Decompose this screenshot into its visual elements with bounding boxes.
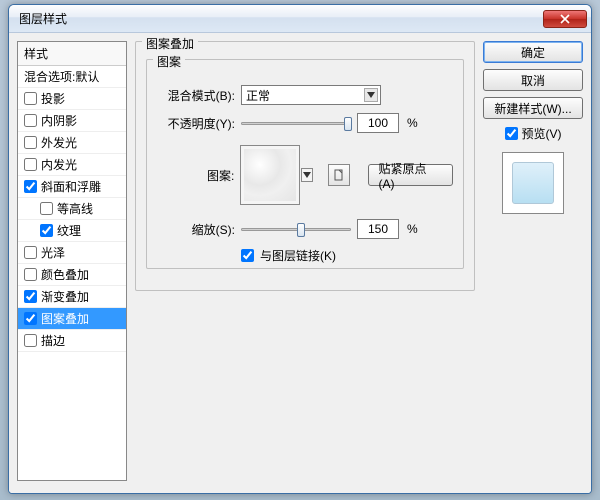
main-panel: 图案叠加 图案 混合模式(B): 正常 不透明度(Y): (135, 41, 475, 485)
style-checkbox[interactable] (40, 202, 53, 215)
style-row[interactable]: 图案叠加 (18, 308, 126, 330)
close-button[interactable] (543, 10, 587, 28)
style-label: 渐变叠加 (41, 288, 89, 305)
style-label: 内发光 (41, 156, 77, 173)
opacity-row: 不透明度(Y): 100 % (157, 113, 453, 133)
style-label: 纹理 (57, 222, 81, 239)
style-checkbox[interactable] (24, 136, 37, 149)
window-title: 图层样式 (19, 10, 543, 27)
scale-row: 缩放(S): 150 % (157, 219, 453, 239)
style-row[interactable]: 投影 (18, 88, 126, 110)
style-label: 斜面和浮雕 (41, 178, 101, 195)
snap-origin-button[interactable]: 贴紧原点(A) (368, 164, 453, 186)
opacity-label: 不透明度(Y): (157, 115, 235, 132)
link-with-layer-checkbox[interactable] (241, 249, 254, 262)
style-row[interactable]: 光泽 (18, 242, 126, 264)
blend-mode-row: 混合模式(B): 正常 (157, 85, 453, 105)
titlebar[interactable]: 图层样式 (9, 5, 591, 33)
pattern-overlay-group: 图案叠加 图案 混合模式(B): 正常 不透明度(Y): (135, 41, 475, 291)
style-checkbox[interactable] (24, 158, 37, 171)
style-row[interactable]: 描边 (18, 330, 126, 352)
preview-checkbox[interactable] (505, 127, 518, 140)
preview-label: 预览(V) (522, 125, 562, 142)
style-row[interactable]: 颜色叠加 (18, 264, 126, 286)
pattern-label: 图案: (157, 167, 234, 184)
opacity-input[interactable]: 100 (357, 113, 399, 133)
style-label: 外发光 (41, 134, 77, 151)
opacity-slider-thumb[interactable] (344, 117, 352, 131)
new-style-button[interactable]: 新建样式(W)... (483, 97, 583, 119)
pattern-chevron-down-icon[interactable] (301, 168, 313, 182)
link-row: 与图层链接(K) (157, 247, 453, 264)
ok-button[interactable]: 确定 (483, 41, 583, 63)
style-list: 样式 混合选项:默认 投影内阴影外发光内发光斜面和浮雕等高线纹理光泽颜色叠加渐变… (17, 41, 127, 481)
link-with-layer-label: 与图层链接(K) (260, 247, 336, 264)
style-row[interactable]: 纹理 (18, 220, 126, 242)
style-row[interactable]: 内发光 (18, 154, 126, 176)
style-checkbox[interactable] (24, 334, 37, 347)
blend-mode-label: 混合模式(B): (157, 87, 235, 104)
style-list-header[interactable]: 样式 (18, 42, 126, 66)
style-checkbox[interactable] (24, 92, 37, 105)
preview-swatch (502, 152, 564, 214)
style-label: 投影 (41, 90, 65, 107)
new-doc-icon (333, 169, 345, 181)
preview-row: 预览(V) (483, 125, 583, 142)
opacity-slider[interactable] (241, 122, 351, 125)
style-checkbox[interactable] (24, 312, 37, 325)
dialog-body: 样式 混合选项:默认 投影内阴影外发光内发光斜面和浮雕等高线纹理光泽颜色叠加渐变… (9, 33, 591, 493)
style-label: 光泽 (41, 244, 65, 261)
style-label: 等高线 (57, 200, 93, 217)
style-label: 描边 (41, 332, 65, 349)
style-checkbox[interactable] (24, 246, 37, 259)
preview-inner (512, 162, 554, 204)
style-checkbox[interactable] (24, 180, 37, 193)
style-checkbox[interactable] (24, 114, 37, 127)
style-checkbox[interactable] (24, 290, 37, 303)
blend-mode-combo[interactable]: 正常 (241, 85, 381, 105)
style-checkbox[interactable] (40, 224, 53, 237)
scale-input[interactable]: 150 (357, 219, 399, 239)
blending-options-row[interactable]: 混合选项:默认 (18, 66, 126, 88)
style-label: 图案叠加 (41, 310, 89, 327)
chevron-down-icon (364, 88, 378, 102)
scale-slider-thumb[interactable] (297, 223, 305, 237)
style-row[interactable]: 斜面和浮雕 (18, 176, 126, 198)
opacity-unit: % (407, 116, 418, 130)
group-title: 图案叠加 (142, 35, 198, 52)
pattern-row: 图案: 贴紧原点(A) (157, 145, 453, 205)
inner-group-title: 图案 (153, 53, 185, 70)
style-label: 内阴影 (41, 112, 77, 129)
style-row[interactable]: 内阴影 (18, 110, 126, 132)
layer-style-dialog: 图层样式 样式 混合选项:默认 投影内阴影外发光内发光斜面和浮雕等高线纹理光泽颜… (8, 4, 592, 494)
scale-slider[interactable] (241, 228, 351, 231)
close-icon (560, 14, 570, 24)
scale-label: 缩放(S): (157, 221, 235, 238)
side-buttons: 确定 取消 新建样式(W)... 预览(V) (483, 41, 583, 485)
pattern-picker[interactable] (240, 145, 300, 205)
style-row[interactable]: 外发光 (18, 132, 126, 154)
scale-unit: % (407, 222, 418, 236)
style-row[interactable]: 等高线 (18, 198, 126, 220)
style-label: 颜色叠加 (41, 266, 89, 283)
cancel-button[interactable]: 取消 (483, 69, 583, 91)
style-row[interactable]: 渐变叠加 (18, 286, 126, 308)
style-checkbox[interactable] (24, 268, 37, 281)
new-pattern-button[interactable] (328, 164, 350, 186)
pattern-group: 图案 混合模式(B): 正常 不透明度(Y): (146, 59, 464, 269)
